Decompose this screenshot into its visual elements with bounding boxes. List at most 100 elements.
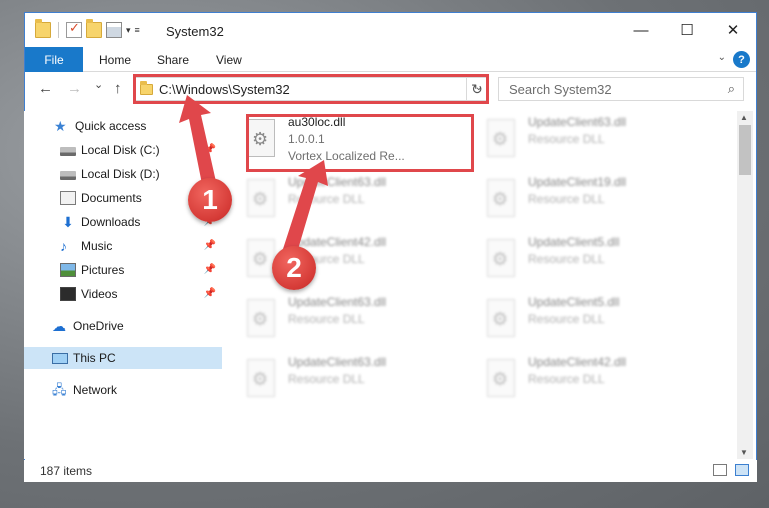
sidebar-item-onedrive[interactable]: ☁ OneDrive bbox=[24, 315, 222, 337]
ribbon-tabs: File Home Share View ⌄ ? bbox=[25, 47, 756, 72]
dll-file-icon bbox=[487, 179, 515, 217]
sidebar-item-label: Quick access bbox=[75, 119, 147, 133]
forward-button[interactable]: → bbox=[67, 80, 82, 97]
file-name: UpdateClient5.dll bbox=[528, 235, 620, 249]
window-controls: — ☐ ✕ bbox=[618, 13, 756, 47]
up-button[interactable]: ↑ bbox=[114, 80, 122, 97]
file-type: Resource DLL bbox=[288, 372, 365, 386]
sidebar-item-music[interactable]: ♪ Music 📌 bbox=[24, 235, 222, 257]
search-icon: ⌕ bbox=[727, 81, 735, 96]
sidebar-item-pictures[interactable]: Pictures 📌 bbox=[24, 259, 222, 281]
status-bar: 187 items bbox=[24, 460, 757, 482]
sidebar-item-label: Videos bbox=[81, 287, 118, 301]
tab-share[interactable]: Share bbox=[157, 53, 189, 67]
sidebar-item-this-pc[interactable]: This PC bbox=[24, 347, 222, 369]
view-toggles bbox=[713, 464, 749, 476]
pin-icon: 📌 bbox=[203, 264, 216, 275]
scroll-thumb[interactable] bbox=[739, 125, 751, 175]
music-icon: ♪ bbox=[60, 238, 67, 254]
new-folder-icon[interactable] bbox=[86, 19, 102, 38]
maximize-button[interactable]: ☐ bbox=[664, 13, 710, 47]
sidebar-item-label: Pictures bbox=[81, 263, 125, 277]
file-name: UpdateClient5.dll bbox=[528, 295, 620, 309]
file-type: Resource DLL bbox=[528, 372, 605, 386]
search-box[interactable]: Search System32 ⌕ bbox=[498, 77, 744, 101]
file-name: UpdateClient63.dll bbox=[528, 115, 627, 129]
file-name: UpdateClient19.dll bbox=[528, 175, 627, 189]
file-type: Resource DLL bbox=[528, 132, 605, 146]
search-placeholder: Search System32 bbox=[509, 82, 612, 97]
dll-file-icon bbox=[487, 239, 515, 277]
file-item[interactable]: UpdateClient63.dll Resource DLL bbox=[465, 113, 685, 169]
dll-file-icon bbox=[487, 299, 515, 337]
dll-file-icon bbox=[487, 359, 515, 397]
star-icon: ★ bbox=[54, 118, 67, 134]
file-item[interactable]: UpdateClient63.dll Resource DLL bbox=[225, 293, 445, 349]
scroll-down-icon[interactable]: ▼ bbox=[740, 448, 748, 457]
dll-file-icon bbox=[247, 239, 275, 277]
tab-file[interactable]: File bbox=[25, 47, 83, 72]
file-name: UpdateClient42.dll bbox=[528, 355, 627, 369]
title-bar: ▾ ≡ System32 — ☐ ✕ bbox=[25, 13, 756, 47]
file-item[interactable]: UpdateClient19.dll Resource DLL bbox=[465, 173, 685, 229]
drive-icon bbox=[60, 147, 76, 156]
onedrive-icon: ☁ bbox=[52, 318, 66, 334]
scroll-up-icon[interactable]: ▲ bbox=[740, 113, 748, 122]
sidebar-item-label: Local Disk (D:) bbox=[81, 167, 160, 181]
sidebar-item-label: Downloads bbox=[81, 215, 141, 229]
large-icons-view-icon[interactable] bbox=[735, 464, 749, 476]
properties-check-icon[interactable] bbox=[66, 20, 82, 38]
sidebar-item-network[interactable]: 🖧 Network bbox=[24, 379, 222, 401]
toolbar-divider bbox=[58, 22, 59, 38]
network-icon: 🖧 bbox=[52, 382, 67, 397]
pin-icon: 📌 bbox=[203, 240, 216, 251]
close-button[interactable]: ✕ bbox=[710, 13, 756, 47]
sidebar-item-label: Documents bbox=[81, 191, 142, 205]
help-button[interactable]: ? bbox=[733, 51, 750, 68]
file-item[interactable]: UpdateClient5.dll Resource DLL bbox=[465, 233, 685, 289]
minimize-button[interactable]: — bbox=[618, 13, 664, 47]
item-count: 187 items bbox=[40, 464, 93, 478]
recent-locations-button[interactable]: ⌄ bbox=[94, 78, 103, 91]
downloads-icon: ⬇ bbox=[62, 214, 74, 230]
chevron-down-icon[interactable]: ▾ bbox=[126, 25, 131, 36]
tab-view[interactable]: View bbox=[216, 53, 242, 67]
tab-home[interactable]: Home bbox=[99, 53, 131, 67]
file-type: Resource DLL bbox=[528, 192, 605, 206]
file-item[interactable]: UpdateClient42.dll Resource DLL bbox=[465, 353, 685, 409]
qat-dropdown-icon[interactable]: ≡ bbox=[135, 25, 140, 35]
dll-file-icon bbox=[487, 119, 515, 157]
dll-file-icon bbox=[247, 299, 275, 337]
ribbon-expand-icon[interactable]: ⌄ bbox=[718, 52, 726, 63]
drive-icon bbox=[60, 171, 76, 180]
file-type: Resource DLL bbox=[528, 312, 605, 326]
file-name: UpdateClient63.dll bbox=[288, 355, 387, 369]
file-item[interactable]: UpdateClient63.dll Resource DLL bbox=[225, 353, 445, 409]
videos-icon bbox=[60, 287, 76, 301]
step-1-badge: 1 bbox=[188, 178, 232, 222]
vertical-scrollbar[interactable]: ▲ ▼ bbox=[737, 111, 753, 459]
documents-icon bbox=[60, 191, 76, 205]
quick-access-toolbar: ▾ ≡ bbox=[35, 19, 140, 38]
sidebar-item-label: Music bbox=[81, 239, 113, 253]
file-type: Resource DLL bbox=[528, 252, 605, 266]
window-title: System32 bbox=[166, 24, 224, 39]
sidebar-item-label: OneDrive bbox=[73, 319, 124, 333]
dll-file-icon bbox=[247, 179, 275, 217]
step-2-badge: 2 bbox=[272, 246, 316, 290]
pin-icon: 📌 bbox=[203, 288, 216, 299]
pictures-icon bbox=[60, 263, 76, 277]
details-view-icon[interactable] bbox=[713, 464, 727, 476]
file-type: Resource DLL bbox=[288, 312, 365, 326]
sidebar-item-label: This PC bbox=[73, 351, 116, 365]
customize-icon[interactable] bbox=[106, 22, 122, 38]
dll-file-icon bbox=[247, 359, 275, 397]
folder-icon bbox=[35, 19, 51, 38]
file-item[interactable]: UpdateClient5.dll Resource DLL bbox=[465, 293, 685, 349]
sidebar-item-label: Network bbox=[73, 383, 118, 397]
sidebar-item-label: Local Disk (C:) bbox=[81, 143, 160, 157]
back-button[interactable]: ← bbox=[38, 80, 53, 97]
sidebar-item-videos[interactable]: Videos 📌 bbox=[24, 283, 222, 305]
file-name: UpdateClient63.dll bbox=[288, 295, 387, 309]
computer-icon bbox=[52, 352, 68, 364]
